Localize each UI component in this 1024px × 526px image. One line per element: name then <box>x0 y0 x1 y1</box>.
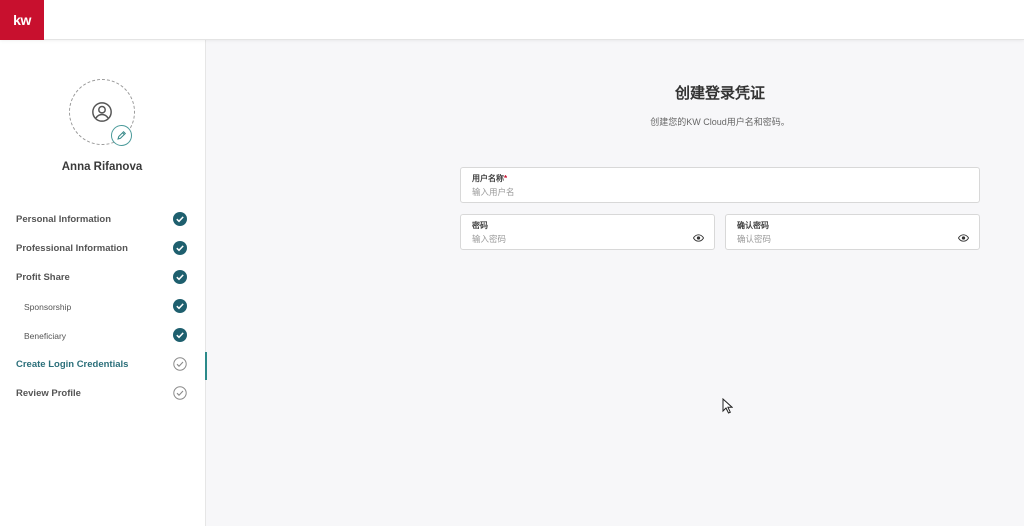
step-professional-information[interactable]: Professional Information <box>0 234 206 263</box>
check-circle-outline-icon <box>173 386 187 400</box>
page-subtitle: 创建您的KW Cloud用户名和密码。 <box>650 117 790 127</box>
mouse-cursor-icon <box>722 398 733 414</box>
confirm-password-label: 确认密码 <box>737 221 769 230</box>
confirm-password-field[interactable]: 确认密码 <box>725 214 980 250</box>
check-circle-icon <box>173 328 187 342</box>
step-beneficiary[interactable]: Beneficiary <box>0 321 206 350</box>
check-circle-outline-icon <box>173 357 187 371</box>
top-bar: kw <box>0 0 1024 40</box>
step-label: Profit Share <box>16 272 70 283</box>
active-step-indicator <box>205 352 207 380</box>
required-mark: * <box>504 174 508 183</box>
step-label: Sponsorship <box>24 301 72 312</box>
check-circle-icon <box>173 212 187 226</box>
pencil-icon <box>117 130 127 140</box>
username-input[interactable] <box>472 186 913 198</box>
step-label: Beneficiary <box>24 330 67 341</box>
password-label: 密码 <box>472 221 488 230</box>
page-title: 创建登录凭证 <box>674 85 765 102</box>
step-review-profile[interactable]: Review Profile <box>0 379 206 408</box>
edit-avatar-button[interactable] <box>111 125 132 146</box>
eye-icon[interactable] <box>958 234 969 242</box>
sidebar: Anna Rifanova Personal Information Profe… <box>0 40 207 526</box>
username-field[interactable]: 用户名称* <box>460 167 980 203</box>
step-personal-information[interactable]: Personal Information <box>0 205 206 234</box>
wizard-steps: Personal Information Professional Inform… <box>0 205 207 408</box>
check-circle-icon <box>173 241 187 255</box>
step-label: Create Login Credentials <box>16 359 129 370</box>
confirm-password-input[interactable] <box>737 233 953 245</box>
step-label: Personal Information <box>16 214 112 225</box>
password-field[interactable]: 密码 <box>460 214 715 250</box>
kw-logo[interactable]: kw <box>0 0 44 40</box>
eye-icon[interactable] <box>693 234 704 242</box>
step-create-login-credentials[interactable]: Create Login Credentials <box>0 350 207 380</box>
step-sponsorship[interactable]: Sponsorship <box>0 292 206 321</box>
username-label: 用户名称* <box>472 174 508 183</box>
step-label: Professional Information <box>16 243 128 254</box>
check-circle-icon <box>173 299 187 313</box>
step-profit-share[interactable]: Profit Share <box>0 263 206 292</box>
step-label: Review Profile <box>16 388 81 399</box>
user-icon <box>92 102 112 122</box>
password-input[interactable] <box>472 233 688 245</box>
check-circle-icon <box>173 270 187 284</box>
user-name: Anna Rifanova <box>61 161 143 173</box>
